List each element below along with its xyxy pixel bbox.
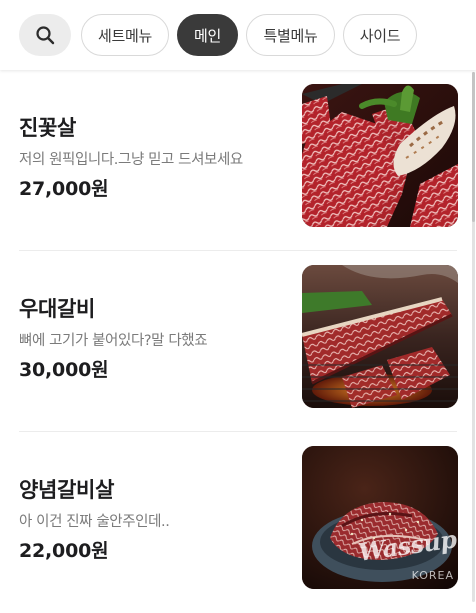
watermark-logo: Wassup KOREA [356,524,458,582]
menu-item-name: 우대갈비 [19,297,96,321]
menu-item-description: 아 이건 진짜 술안주인데.. [19,514,170,530]
menu-item[interactable]: 양념갈비살 아 이건 진짜 술안주인데.. 22,000원 Wassup KOR… [0,432,476,613]
menu-item-price: 22,000원 [19,540,109,562]
menu-item-price: 27,000원 [19,178,109,200]
menu-item-photo[interactable] [302,84,458,227]
menu-item-price: 30,000원 [19,359,109,381]
scrollbar[interactable] [472,72,475,602]
menu-item[interactable]: 우대갈비 뼈에 고기가 붙어있다?말 다했죠 30,000원 [0,251,476,432]
search-button[interactable] [19,14,71,56]
tab-main[interactable]: 메인 [177,14,238,56]
menu-item-description: 뼈에 고기가 붙어있다?말 다했죠 [19,333,208,349]
menu-list: 진꽃살 저의 원픽입니다.그냥 믿고 드셔보세요 27,000원 우대갈비 뼈에… [0,70,476,613]
menu-item[interactable]: 진꽃살 저의 원픽입니다.그냥 믿고 드셔보세요 27,000원 [0,70,476,251]
menu-item-description: 저의 원픽입니다.그냥 믿고 드셔보세요 [19,152,243,168]
menu-item-photo[interactable]: Wassup KOREA [302,446,458,589]
menu-item-name: 양념갈비살 [19,478,115,502]
tab-set-menu[interactable]: 세트메뉴 [81,14,169,56]
menu-item-photo[interactable] [302,265,458,408]
tab-side[interactable]: 사이드 [343,14,417,56]
search-icon [36,26,55,45]
scroll-fade [454,0,476,70]
category-bar: 세트메뉴 메인 특별메뉴 사이드 [0,0,476,70]
tab-special-menu[interactable]: 특별메뉴 [246,14,335,56]
menu-item-name: 진꽃살 [19,116,77,140]
